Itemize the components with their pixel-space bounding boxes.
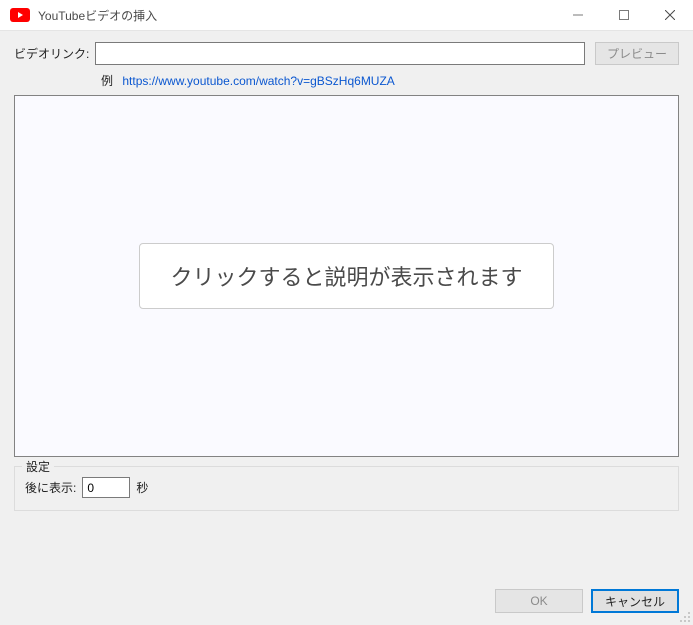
resize-grip-icon[interactable] bbox=[677, 609, 691, 623]
maximize-button[interactable] bbox=[601, 0, 647, 30]
seconds-suffix: 秒 bbox=[136, 479, 148, 496]
video-link-input[interactable] bbox=[95, 42, 585, 65]
video-link-row: ビデオリンク: プレビュー bbox=[14, 42, 679, 65]
dialog-buttons: OK キャンセル bbox=[495, 589, 679, 613]
example-line: 例 https://www.youtube.com/watch?v=gBSzHq… bbox=[101, 72, 679, 89]
show-after-row: 後に表示: 秒 bbox=[25, 477, 668, 498]
youtube-icon bbox=[10, 8, 30, 22]
preview-area: クリックすると説明が表示されます bbox=[14, 95, 679, 457]
preview-placeholder-button[interactable]: クリックすると説明が表示されます bbox=[139, 243, 553, 309]
window-title: YouTubeビデオの挿入 bbox=[38, 6, 555, 24]
example-link[interactable]: https://www.youtube.com/watch?v=gBSzHq6M… bbox=[122, 74, 394, 88]
window-controls bbox=[555, 0, 693, 30]
ok-button[interactable]: OK bbox=[495, 589, 583, 613]
settings-group: 設定 後に表示: 秒 bbox=[14, 466, 679, 511]
video-link-label: ビデオリンク: bbox=[14, 45, 89, 62]
settings-legend: 設定 bbox=[22, 458, 54, 475]
titlebar: YouTubeビデオの挿入 bbox=[0, 0, 693, 31]
show-after-input[interactable] bbox=[82, 477, 130, 498]
minimize-button[interactable] bbox=[555, 0, 601, 30]
show-after-label: 後に表示: bbox=[25, 479, 76, 496]
dialog-body: ビデオリンク: プレビュー 例 https://www.youtube.com/… bbox=[0, 31, 693, 625]
example-label: 例 bbox=[101, 74, 113, 88]
close-button[interactable] bbox=[647, 0, 693, 30]
cancel-button[interactable]: キャンセル bbox=[591, 589, 679, 613]
preview-button[interactable]: プレビュー bbox=[595, 42, 679, 65]
